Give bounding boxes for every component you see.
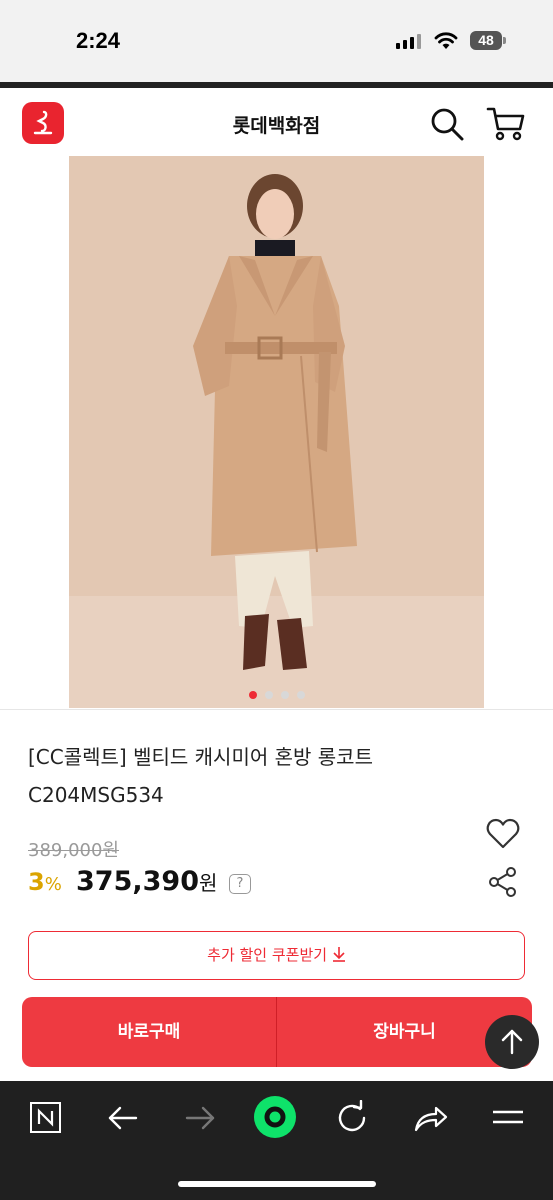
status-bar: 2:24 48 bbox=[0, 0, 553, 82]
battery-level: 48 bbox=[470, 31, 502, 50]
wifi-icon bbox=[434, 30, 458, 50]
discount-rate: 3% bbox=[28, 868, 62, 896]
app-header: 롯데백화점 bbox=[0, 88, 553, 158]
sale-price-value: 375,390 bbox=[76, 866, 199, 897]
carousel-dot[interactable] bbox=[264, 691, 273, 699]
heart-icon[interactable] bbox=[486, 818, 520, 850]
help-icon[interactable]: ? bbox=[229, 874, 251, 894]
sale-price-currency: 원 bbox=[198, 871, 218, 895]
battery-icon: 48 bbox=[470, 31, 506, 50]
home-indicator bbox=[178, 1181, 376, 1187]
divider bbox=[0, 709, 553, 710]
coupon-download-button[interactable]: 추가 할인 쿠폰받기 bbox=[28, 931, 525, 980]
scroll-to-top-button[interactable] bbox=[485, 1015, 539, 1069]
reload-icon[interactable] bbox=[333, 1099, 373, 1136]
buy-now-button[interactable]: 바로구매 bbox=[22, 997, 276, 1067]
status-time: 2:24 bbox=[76, 28, 121, 53]
coat-model-illustration bbox=[69, 156, 484, 708]
purchase-bar: 바로구매 장바구니 bbox=[22, 997, 532, 1067]
original-price: 389,000원 bbox=[28, 840, 119, 861]
cellular-signal-icon bbox=[396, 33, 422, 49]
discount-value: 3 bbox=[28, 868, 45, 896]
product-title: [CC콜렉트] 벨티드 캐시미어 혼방 롱코트 C204MSG534 bbox=[28, 745, 373, 807]
discount-unit: % bbox=[44, 874, 62, 895]
naver-n-icon[interactable] bbox=[27, 1100, 67, 1136]
share-icon[interactable] bbox=[488, 866, 518, 898]
coupon-label: 추가 할인 쿠폰받기 bbox=[207, 946, 328, 964]
sale-price: 375,390원 bbox=[76, 866, 217, 897]
carousel-indicator bbox=[69, 684, 484, 703]
carousel-dot[interactable] bbox=[248, 691, 257, 699]
arrow-up-icon bbox=[501, 1029, 523, 1055]
forward-arrow-icon[interactable] bbox=[180, 1100, 220, 1136]
carousel-dot[interactable] bbox=[280, 691, 289, 699]
back-arrow-icon[interactable] bbox=[103, 1100, 143, 1136]
search-icon[interactable] bbox=[429, 106, 465, 142]
menu-icon[interactable] bbox=[489, 1100, 529, 1136]
cart-icon[interactable] bbox=[486, 105, 526, 143]
page-title: 롯데백화점 bbox=[232, 115, 321, 137]
share-icon[interactable] bbox=[410, 1100, 450, 1136]
download-arrow-icon bbox=[332, 947, 345, 962]
product-image[interactable] bbox=[69, 156, 484, 708]
carousel-dot[interactable] bbox=[296, 691, 305, 699]
green-dot-home-icon[interactable] bbox=[252, 1094, 298, 1140]
